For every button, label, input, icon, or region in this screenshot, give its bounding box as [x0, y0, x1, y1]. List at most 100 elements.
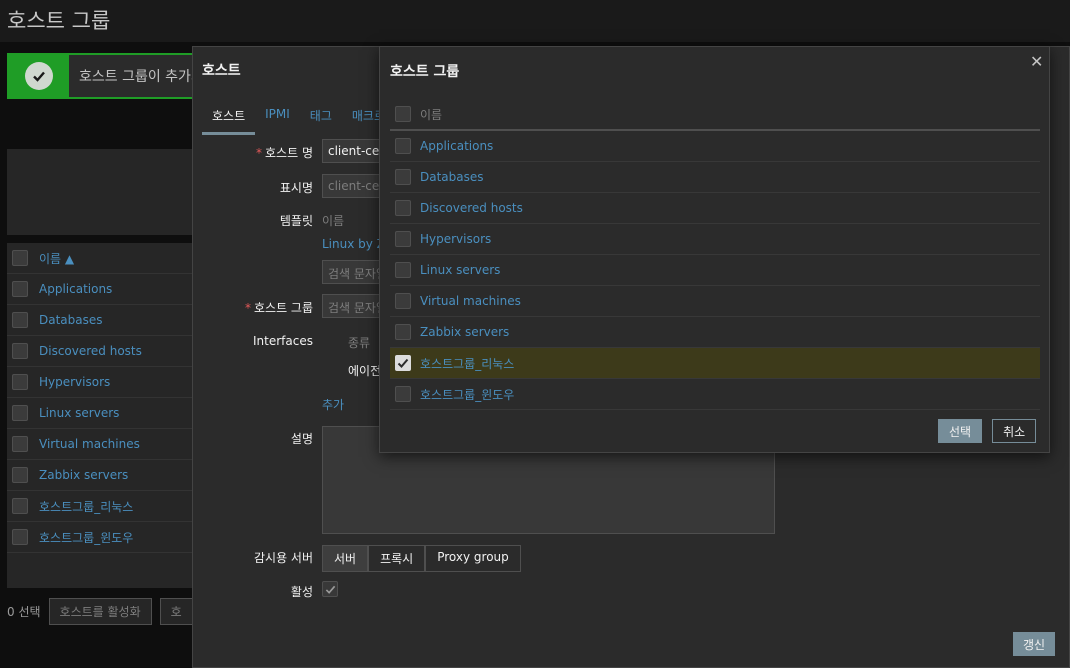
- table-footer: 0 선택 호스트를 활성화 호: [7, 598, 193, 625]
- row-checkbox[interactable]: [12, 312, 28, 328]
- monitored-by-proxy[interactable]: 프록시: [368, 545, 426, 572]
- table-row: Discovered hosts: [7, 336, 197, 367]
- success-message: 호스트 그룹이 추가되: [7, 53, 207, 99]
- group-checkbox[interactable]: [395, 386, 411, 402]
- host-groups-label: * 호스트 그룹: [244, 301, 313, 315]
- success-message-text: 호스트 그룹이 추가되: [79, 69, 204, 85]
- visible-name-input[interactable]: client-cen: [322, 174, 382, 198]
- list-item: Linux servers: [390, 255, 1040, 286]
- row-name-link[interactable]: Applications: [39, 282, 112, 296]
- host-name-label: * 호스트 명: [256, 146, 313, 160]
- row-name-link[interactable]: Zabbix servers: [39, 468, 128, 482]
- list-item: Zabbix servers: [390, 317, 1040, 348]
- page-title: 호스트 그룹: [7, 9, 111, 33]
- host-group-popup: 호스트 그룹 ✕ 이름 Applications Databases Disco…: [379, 46, 1050, 453]
- required-marker: *: [244, 301, 251, 315]
- monitored-by-label: 감시용 서버: [253, 551, 313, 565]
- table-row: Virtual machines: [7, 429, 197, 460]
- monitored-by-proxy-group[interactable]: Proxy group: [425, 545, 521, 572]
- group-name-link[interactable]: Virtual machines: [420, 294, 521, 308]
- popup-title: 호스트 그룹: [390, 64, 460, 80]
- group-checkbox[interactable]: [395, 262, 411, 278]
- enabled-checkbox[interactable]: [322, 581, 338, 597]
- template-link[interactable]: Linux by Z: [322, 237, 385, 251]
- host-dialog-title: 호스트: [202, 63, 241, 79]
- group-name-link[interactable]: 호스트그룹_리눅스: [420, 355, 514, 372]
- host-groups-search-input[interactable]: 검색 문자열: [322, 294, 382, 318]
- row-checkbox[interactable]: [12, 529, 28, 545]
- close-icon[interactable]: ✕: [1030, 52, 1043, 71]
- group-checkbox[interactable]: [395, 324, 411, 340]
- interface-agent-label: 에이전: [348, 364, 382, 378]
- row-checkbox[interactable]: [12, 467, 28, 483]
- popup-select-all-checkbox[interactable]: [395, 106, 411, 122]
- disable-hosts-button[interactable]: 호: [159, 598, 193, 625]
- group-name-link[interactable]: Linux servers: [420, 263, 500, 277]
- group-name-link[interactable]: Zabbix servers: [420, 325, 509, 339]
- column-name-header[interactable]: 이름 ▲: [39, 250, 74, 267]
- select-all-checkbox[interactable]: [12, 250, 28, 266]
- group-checkbox[interactable]: [395, 231, 411, 247]
- table-row: 호스트그룹_리눅스: [7, 491, 197, 522]
- group-checkbox-checked[interactable]: [395, 355, 411, 371]
- checkmark-icon: [325, 585, 335, 594]
- monitored-by-server[interactable]: 서버: [322, 545, 369, 572]
- row-checkbox[interactable]: [12, 374, 28, 390]
- row-name-link[interactable]: Virtual machines: [39, 437, 140, 451]
- templates-name-column: 이름: [322, 214, 345, 228]
- group-name-link[interactable]: Applications: [420, 139, 493, 153]
- select-button[interactable]: 선택: [938, 419, 983, 443]
- tab-host[interactable]: 호스트: [202, 105, 256, 135]
- add-interface-link[interactable]: 추가: [322, 396, 344, 413]
- table-row: Databases: [7, 305, 197, 336]
- update-button[interactable]: 갱신: [1013, 632, 1056, 656]
- filter-panel: [7, 149, 197, 235]
- list-item-selected: 호스트그룹_리눅스: [390, 348, 1040, 379]
- list-item: Databases: [390, 162, 1040, 193]
- list-item: Virtual machines: [390, 286, 1040, 317]
- row-checkbox[interactable]: [12, 436, 28, 452]
- row-name-link[interactable]: Discovered hosts: [39, 344, 142, 358]
- list-item: Discovered hosts: [390, 193, 1040, 224]
- row-name-link[interactable]: Databases: [39, 313, 103, 327]
- group-name-link[interactable]: Databases: [420, 170, 484, 184]
- group-name-link[interactable]: Hypervisors: [420, 232, 491, 246]
- row-checkbox[interactable]: [12, 281, 28, 297]
- success-icon-box: [9, 55, 69, 97]
- row-checkbox[interactable]: [12, 405, 28, 421]
- selected-count: 0 선택: [7, 605, 41, 619]
- row-name-link[interactable]: 호스트그룹_리눅스: [39, 498, 133, 515]
- checkmark-icon: [397, 358, 409, 368]
- description-label: 설명: [290, 432, 313, 446]
- row-checkbox[interactable]: [12, 498, 28, 514]
- group-checkbox[interactable]: [395, 138, 411, 154]
- group-checkbox[interactable]: [395, 293, 411, 309]
- group-checkbox[interactable]: [395, 169, 411, 185]
- group-checkbox[interactable]: [395, 200, 411, 216]
- host-groups-table: 이름 ▲ Applications Databases Discovered h…: [7, 243, 197, 588]
- visible-name-label: 표시명: [279, 181, 313, 195]
- list-item: Applications: [390, 131, 1040, 162]
- popup-table-header: 이름: [390, 99, 1040, 131]
- list-item: Hypervisors: [390, 224, 1040, 255]
- templates-label: 템플릿: [279, 214, 313, 228]
- row-name-link[interactable]: Hypervisors: [39, 375, 110, 389]
- popup-group-list: 이름 Applications Databases Discovered hos…: [390, 99, 1040, 410]
- row-checkbox[interactable]: [12, 343, 28, 359]
- tab-tags[interactable]: 태그: [300, 105, 342, 135]
- table-row: 호스트그룹_윈도우: [7, 522, 197, 553]
- host-name-input[interactable]: client-cen: [322, 139, 382, 163]
- tab-ipmi[interactable]: IPMI: [255, 105, 300, 135]
- table-header: 이름 ▲: [7, 243, 197, 274]
- group-name-link[interactable]: 호스트그룹_윈도우: [420, 386, 514, 403]
- interfaces-type-column: 종류: [348, 336, 371, 350]
- row-name-link[interactable]: 호스트그룹_윈도우: [39, 529, 133, 546]
- table-row: Applications: [7, 274, 197, 305]
- group-name-link[interactable]: Discovered hosts: [420, 201, 523, 215]
- cancel-button[interactable]: 취소: [992, 419, 1037, 443]
- row-name-link[interactable]: Linux servers: [39, 406, 119, 420]
- template-search-input[interactable]: 검색 문자열: [322, 260, 382, 284]
- monitored-by-toggle: 서버 프록시 Proxy group: [322, 545, 521, 572]
- interfaces-label: Interfaces: [253, 334, 313, 348]
- enable-hosts-button[interactable]: 호스트를 활성화: [48, 598, 152, 625]
